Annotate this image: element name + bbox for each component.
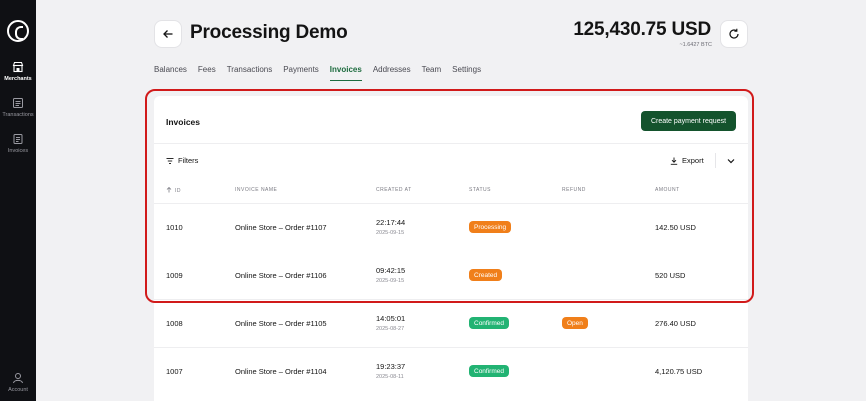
chevron-down-icon <box>727 159 735 164</box>
invoice-id: 1008 <box>166 319 183 328</box>
sidebar-item-transactions[interactable]: Transactions <box>0 97 36 118</box>
tab-transactions[interactable]: Transactions <box>227 65 273 81</box>
sidebar-item-invoices[interactable]: Invoices <box>0 133 36 154</box>
refresh-button[interactable] <box>720 20 748 48</box>
created-time: 22:17:44 <box>376 218 406 227</box>
refund-badge: Open <box>562 317 588 329</box>
status-badge: Confirmed <box>469 365 509 377</box>
invoice-amount: 520 USD <box>655 271 686 280</box>
tab-invoices[interactable]: Invoices <box>329 65 362 81</box>
tab-addresses[interactable]: Addresses <box>373 65 411 81</box>
table-row[interactable]: 1010 Online Store – Order #1107 22:17:44… <box>154 203 748 251</box>
invoice-id: 1009 <box>166 271 183 280</box>
balance-amount: 125,430.75 USD <box>573 19 711 40</box>
sidebar-item-merchants[interactable]: Merchants <box>0 61 36 82</box>
sidebar: Merchants Transactions Invoices Account <box>0 0 36 401</box>
page-title: Processing Demo <box>190 22 348 43</box>
column-header-refund[interactable]: Refund <box>562 187 586 193</box>
logo-icon[interactable] <box>7 20 29 42</box>
user-icon <box>13 373 23 384</box>
column-header-status[interactable]: Status <box>469 187 491 193</box>
column-header-amount[interactable]: Amount <box>655 187 680 193</box>
sidebar-item-label: Invoices <box>7 148 29 154</box>
sidebar-item-label: Account <box>8 387 28 393</box>
sidebar-item-label: Transactions <box>2 112 34 118</box>
filter-icon <box>166 157 174 164</box>
invoice-id: 1010 <box>166 223 183 232</box>
divider <box>715 153 716 168</box>
export-label: Export <box>682 156 704 165</box>
created-time: 14:05:01 <box>376 314 406 323</box>
status-badge: Processing <box>469 221 512 233</box>
export-options-button[interactable] <box>725 155 737 167</box>
invoice-amount: 276.40 USD <box>655 319 696 328</box>
back-button[interactable] <box>154 20 182 48</box>
invoice-icon <box>13 134 23 144</box>
refresh-icon <box>729 28 739 39</box>
status-badge: Created <box>469 269 503 281</box>
created-at: 09:42:15 2025-09-15 <box>376 266 405 284</box>
tab-team[interactable]: Team <box>422 65 442 81</box>
created-at: 22:17:44 2025-09-15 <box>376 218 405 236</box>
table-row[interactable]: 1008 Online Store – Order #1105 14:05:01… <box>154 299 748 347</box>
invoices-card: Invoices Create payment request Filters … <box>154 96 748 401</box>
column-header-label: ID <box>175 188 181 194</box>
tab-fees[interactable]: Fees <box>198 65 216 81</box>
list-icon <box>13 98 23 108</box>
table-row[interactable]: 1009 Online Store – Order #1106 09:42:15… <box>154 251 748 299</box>
filters-label: Filters <box>178 156 199 165</box>
status-badge: Confirmed <box>469 317 509 329</box>
invoice-amount: 4,120.75 USD <box>655 367 703 376</box>
invoice-name: Online Store – Order #1106 <box>235 271 327 280</box>
tab-payments[interactable]: Payments <box>283 65 319 81</box>
download-icon <box>670 157 678 165</box>
column-header-id[interactable]: ID <box>166 186 181 194</box>
arrow-left-icon <box>163 30 173 38</box>
export-button[interactable]: Export <box>670 156 704 165</box>
created-date: 2025-09-15 <box>376 230 405 236</box>
tab-settings[interactable]: Settings <box>452 65 481 81</box>
created-date: 2025-08-11 <box>376 374 404 380</box>
invoice-name: Online Store – Order #1105 <box>235 319 327 328</box>
column-header-invoice-name[interactable]: Invoice name <box>235 187 277 193</box>
created-time: 09:42:15 <box>376 266 406 275</box>
table-row[interactable]: 1007 Online Store – Order #1104 19:23:37… <box>154 347 748 395</box>
tab-bar: Balances Fees Transactions Payments Invo… <box>154 65 481 81</box>
created-at: 19:23:37 2025-08-11 <box>376 362 405 380</box>
invoice-name: Online Store – Order #1104 <box>235 367 327 376</box>
create-payment-request-button[interactable]: Create payment request <box>641 111 736 131</box>
sort-arrow-up-icon <box>166 186 172 193</box>
invoice-id: 1007 <box>166 367 183 376</box>
created-at: 14:05:01 2025-08-27 <box>376 314 405 332</box>
created-date: 2025-08-27 <box>376 326 405 332</box>
tab-balances[interactable]: Balances <box>154 65 187 81</box>
filters-button[interactable]: Filters <box>166 156 198 165</box>
created-time: 19:23:37 <box>376 362 406 371</box>
store-icon <box>12 61 24 73</box>
balance-btc: ~1.6427 BTC <box>679 42 712 48</box>
sidebar-item-account[interactable]: Account <box>0 372 36 393</box>
created-date: 2025-09-15 <box>376 278 405 284</box>
invoice-name: Online Store – Order #1107 <box>235 223 327 232</box>
divider <box>154 143 748 144</box>
invoice-amount: 142.50 USD <box>655 223 696 232</box>
card-title: Invoices <box>166 117 201 127</box>
column-header-created-at[interactable]: Created at <box>376 187 412 193</box>
sidebar-item-label: Merchants <box>4 76 32 82</box>
